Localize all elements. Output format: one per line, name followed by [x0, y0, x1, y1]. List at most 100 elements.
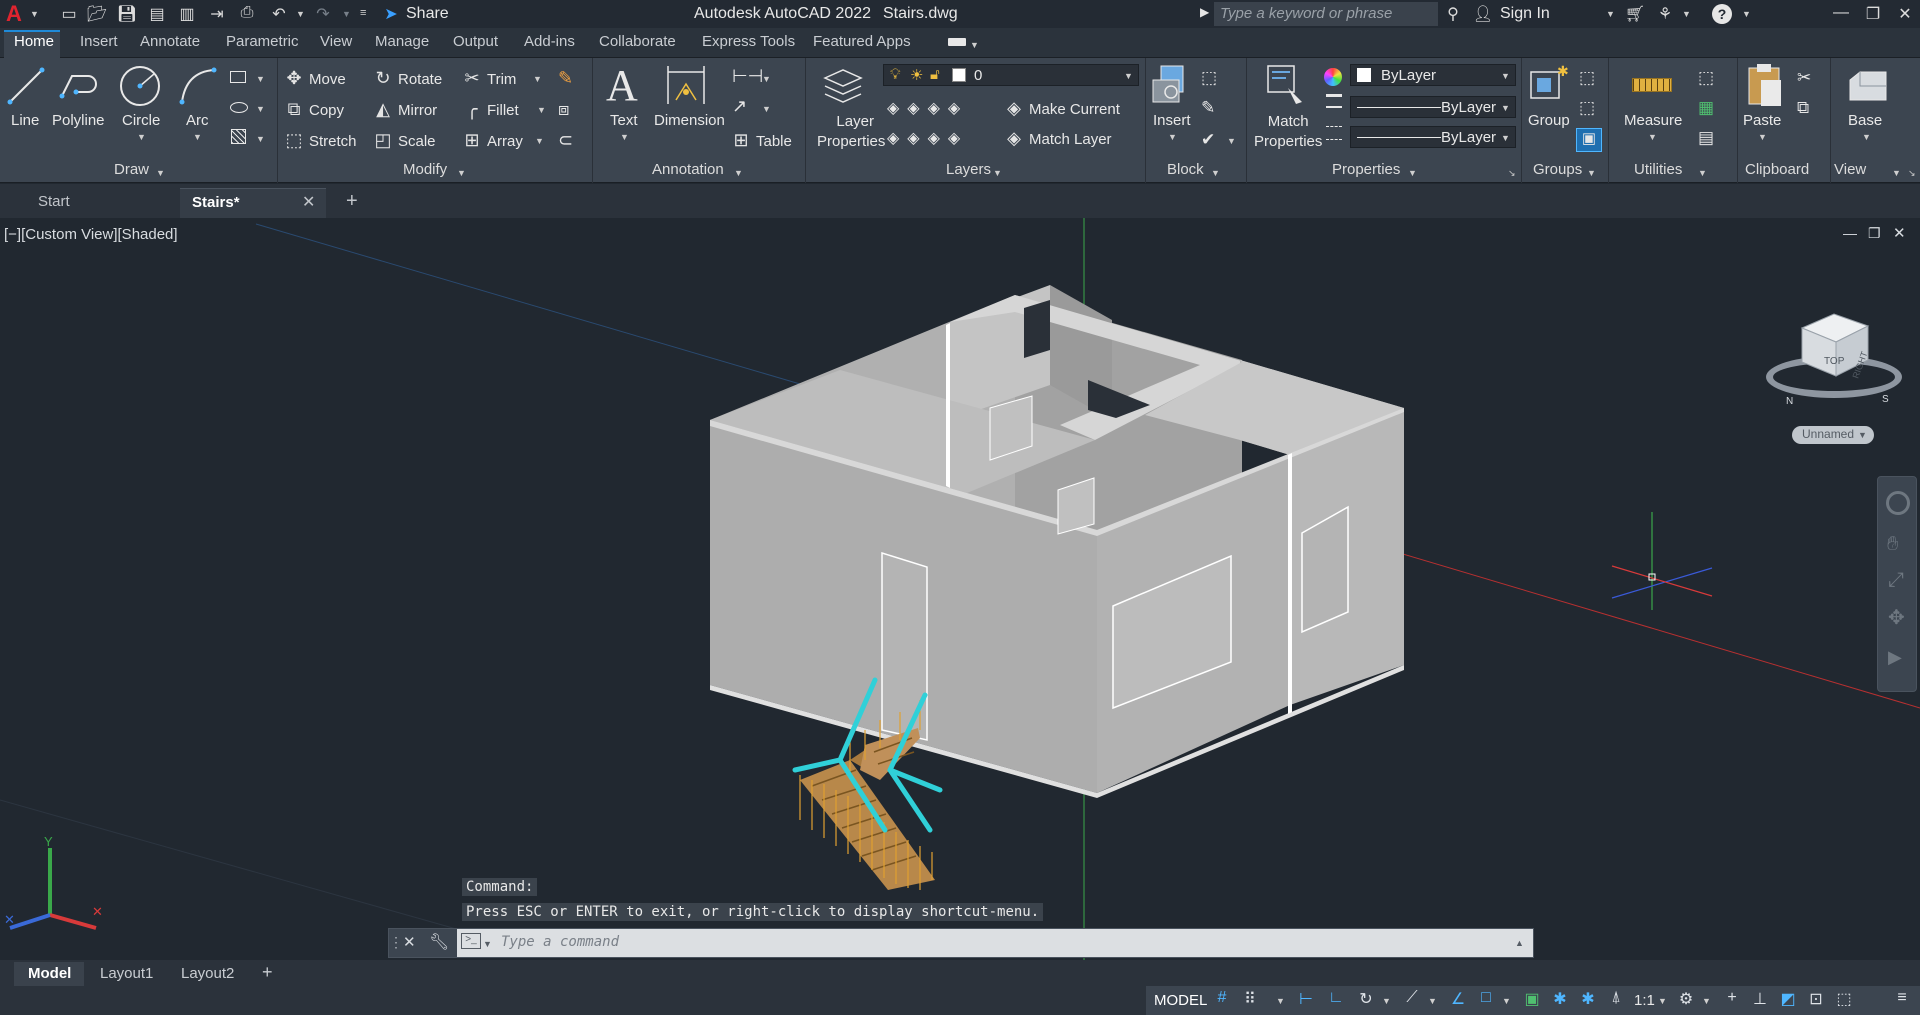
undo-dropdown-icon[interactable]: ▼ [296, 9, 305, 19]
isolate-objects-icon[interactable]: ⊡ [1804, 989, 1828, 1011]
layer-dropdown[interactable]: 💡︎ ☀ 🔓︎ 0 ▼ [883, 64, 1139, 86]
tab-manage[interactable]: Manage [375, 33, 429, 50]
tab-view[interactable]: View [320, 33, 352, 50]
tab-output[interactable]: Output [453, 33, 498, 50]
user-icon[interactable]: 👤︎ [1472, 4, 1494, 24]
house-model[interactable] [710, 285, 1404, 798]
close-icon[interactable]: ✕ [1894, 4, 1916, 24]
insert-button[interactable]: Insert [1153, 112, 1191, 129]
text-icon[interactable]: A [606, 60, 638, 111]
minimize-icon[interactable]: — [1830, 4, 1852, 24]
open-file-icon[interactable]: 📂︎ [86, 4, 108, 24]
ortho-mode-icon[interactable]: ∟ [1324, 989, 1348, 1011]
linetype-dropdown-arrow-icon[interactable]: ▼ [1501, 103, 1510, 113]
group-edit-icon[interactable]: ⬚ [1579, 98, 1595, 118]
search-icon[interactable]: ⚲ [1442, 4, 1464, 24]
layer-dropdown-arrow-icon[interactable]: ▼ [1124, 71, 1133, 81]
create-block-icon[interactable]: ⬚ [1201, 68, 1217, 88]
layers-panel-dropdown-icon[interactable]: ▼ [993, 168, 1002, 178]
command-grip-icon[interactable]: ⋮ [389, 934, 403, 951]
viewcube-top-face-label[interactable]: TOP [1824, 356, 1844, 367]
array-dropdown-icon[interactable]: ▼ [535, 136, 544, 146]
clipboard-panel-label[interactable]: Clipboard [1745, 161, 1809, 178]
tab-insert[interactable]: Insert [80, 33, 118, 50]
hatch-icon[interactable] [231, 129, 246, 144]
block-attributes-icon[interactable]: ✔ [1201, 130, 1215, 150]
mirror-button[interactable]: ◭ Mirror [374, 99, 437, 120]
layout-tab-layout2[interactable]: Layout2 [181, 965, 234, 982]
view-panel-dropdown-icon[interactable]: ▼ [1892, 168, 1901, 178]
scale-button[interactable]: ◰ Scale [374, 130, 435, 151]
table-button[interactable]: ⊞ Table [732, 130, 791, 151]
calculator-icon[interactable]: ▤ [1698, 128, 1714, 148]
annotation-scale-dropdown-icon[interactable]: ▼ [1658, 996, 1667, 1006]
ucs-menu[interactable]: Unnamed ▼ [1792, 426, 1874, 444]
block-panel-label[interactable]: Block [1167, 161, 1204, 178]
match-properties-button[interactable]: Match Properties [1254, 112, 1322, 152]
annotation-panel-label[interactable]: Annotation [652, 161, 724, 178]
model-space-toggle[interactable]: MODEL [1154, 992, 1207, 1009]
print-icon[interactable]: ⎙ [236, 4, 258, 24]
edit-block-icon[interactable]: ✎ [1201, 98, 1215, 118]
ucs-menu-arrow-icon[interactable]: ▼ [1858, 430, 1867, 440]
copy-button[interactable]: ⧉ Copy [285, 99, 344, 120]
sign-in-dropdown-icon[interactable]: ▼ [1606, 9, 1615, 19]
exchange-icon[interactable]: ⚘ [1654, 4, 1676, 24]
pan-icon[interactable]: ✋︎ [1887, 533, 1898, 556]
command-prompt-icon[interactable]: >_ [461, 933, 481, 949]
autocad-logo[interactable]: A [6, 1, 22, 27]
rectangle-dropdown-icon[interactable]: ▼ [256, 74, 265, 84]
new-file-icon[interactable]: ▭ [58, 4, 80, 24]
fillet-button[interactable]: ╭ Fillet [463, 99, 519, 120]
move-button[interactable]: ✥ Move [285, 68, 345, 89]
lineweight-dropdown-arrow-icon[interactable]: ▼ [1501, 133, 1510, 143]
customize-qat-icon[interactable]: ≡ [360, 7, 366, 19]
cut-icon[interactable]: ✂ [1797, 68, 1811, 88]
base-button[interactable]: Base [1848, 112, 1882, 129]
polyline-icon[interactable] [58, 66, 102, 106]
linetype-dropdown[interactable]: ByLayer ▼ [1350, 96, 1516, 118]
orbit-icon[interactable]: ✥ [1888, 605, 1905, 630]
quick-select-icon[interactable]: ⬚ [1698, 68, 1714, 88]
layer-lock-icon[interactable]: 🔓︎ [930, 66, 940, 83]
grid-display-icon[interactable]: # [1210, 989, 1234, 1011]
properties-panel-label[interactable]: Properties [1332, 161, 1400, 178]
utilities-panel-label[interactable]: Utilities [1634, 161, 1682, 178]
hatch-ellipse-icon[interactable] [230, 102, 248, 113]
ellipse-dropdown-icon[interactable]: ▼ [256, 104, 265, 114]
arc-dropdown-icon[interactable]: ▼ [193, 132, 202, 142]
annotation-panel-dropdown-icon[interactable]: ▼ [734, 168, 743, 178]
measure-button[interactable]: Measure [1624, 112, 1682, 129]
text-dropdown-icon[interactable]: ▼ [620, 132, 629, 142]
color-dropdown-arrow-icon[interactable]: ▼ [1501, 71, 1510, 81]
viewport-minimize-icon[interactable]: — [1843, 225, 1857, 241]
command-input[interactable]: >_ ▼ Type a command ▲ [457, 929, 1533, 957]
quick-properties-icon[interactable]: ◩ [1776, 989, 1800, 1011]
base-view-icon[interactable] [1846, 66, 1890, 106]
tab-add-ins[interactable]: Add-ins [524, 33, 575, 50]
color-dropdown[interactable]: ByLayer ▼ [1350, 64, 1516, 86]
polyline-button[interactable]: Polyline [52, 112, 105, 129]
tab-express-tools[interactable]: Express Tools [702, 33, 795, 50]
layers-panel-label[interactable]: Layers [946, 161, 991, 178]
line-icon[interactable] [6, 66, 46, 106]
arc-button[interactable]: Arc [186, 112, 209, 129]
hatch-dropdown-icon[interactable]: ▼ [256, 134, 265, 144]
annotation-monitor-icon[interactable]: + [1720, 989, 1744, 1011]
polar-tracking-icon[interactable]: ↻ [1354, 989, 1378, 1011]
object-snap-dropdown-icon[interactable]: ▼ [1502, 996, 1511, 1006]
tab-featured-apps[interactable]: Featured Apps [813, 33, 911, 50]
group-icon[interactable]: ✱ [1527, 64, 1571, 108]
make-current-button[interactable]: ◈ Make Current [1005, 98, 1120, 119]
publish-icon[interactable]: ▥ [176, 4, 198, 24]
drawing-viewport[interactable]: Y ✕ ✕ [−][Custom View][Shaded] — ❐ ✕ TOP… [0, 218, 1920, 968]
linear-dimension-icon[interactable]: ⊢⊣ [732, 66, 763, 87]
properties-panel-dropdown-icon[interactable]: ▼ [1408, 168, 1417, 178]
groups-panel-label[interactable]: Groups [1533, 161, 1582, 178]
dimension-icon[interactable] [664, 64, 708, 108]
restore-icon[interactable]: ❐ [1862, 4, 1884, 24]
command-customize-icon[interactable]: 🔧︎ [429, 932, 449, 952]
layer-properties-button[interactable]: Layer Properties [817, 112, 885, 152]
utilities-panel-dropdown-icon[interactable]: ▼ [1698, 168, 1707, 178]
annotation-scale-icon[interactable]: ⍋ [1604, 989, 1628, 1011]
